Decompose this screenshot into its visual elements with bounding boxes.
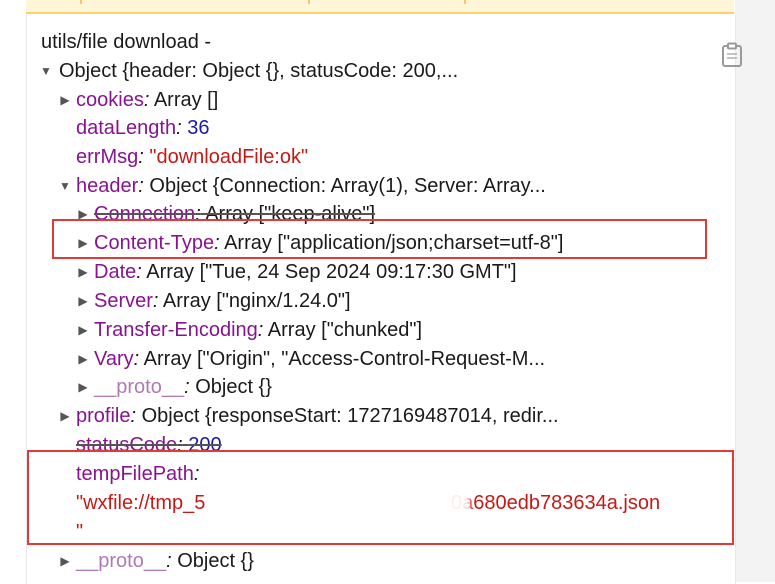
prop-value-string: "downloadFile:ok" (149, 146, 309, 168)
tree-row-cookies[interactable]: ▶ cookies: Array [] (58, 86, 218, 115)
triangle-right-icon[interactable]: ▶ (76, 373, 90, 402)
prop-value: Array ["chunked"] (263, 319, 423, 341)
triangle-right-icon[interactable]: ▶ (58, 402, 72, 431)
prop-key: Vary (94, 348, 134, 370)
root-object-row[interactable]: ▼ Object {header: Object {}, statusCode:… (39, 57, 459, 86)
tree-row-tempfilepath: tempFilePath: (76, 460, 199, 489)
tempfilepath-value-close: " (76, 518, 83, 547)
prop-key: Content-Type (94, 232, 215, 254)
root-object-label: Object {header: Object {}, statusCode: 2… (59, 60, 459, 82)
prop-key: profile (76, 405, 131, 427)
prop-sep: : (177, 434, 183, 456)
tree-row-statuscode: statusCode: 200 (76, 431, 222, 460)
triangle-right-icon[interactable]: ▶ (76, 229, 90, 258)
tree-row-errmsg: errMsg: "downloadFile:ok" (76, 143, 308, 172)
prop-key: Transfer-Encoding (94, 319, 258, 341)
prop-key: statusCode (76, 434, 178, 456)
prop-key: cookies (76, 89, 144, 111)
prop-value: Array ["Origin", "Access-Control-Request… (139, 348, 546, 370)
tree-row-connection[interactable]: ▶ Connection: Array ["keep-alive"] (76, 200, 375, 229)
prop-value: Object {} (171, 550, 254, 572)
warning-tick (308, 0, 310, 4)
triangle-right-icon[interactable]: ▶ (76, 287, 90, 316)
prop-value: Array ["application/json;charset=utf-8"] (219, 232, 564, 254)
prop-key: header (76, 175, 139, 197)
triangle-right-icon[interactable]: ▶ (76, 316, 90, 345)
warning-tick (464, 0, 466, 4)
prop-value-string: " (76, 521, 84, 543)
prop-key: errMsg (76, 146, 139, 168)
prop-sep: : (193, 463, 200, 485)
redaction-blur (220, 487, 470, 517)
triangle-right-icon[interactable]: ▶ (76, 200, 90, 229)
triangle-down-icon[interactable]: ▼ (58, 172, 72, 201)
prop-value: Array ["nginx/1.24.0"] (158, 290, 351, 312)
tree-row-date[interactable]: ▶ Date: Array ["Tue, 24 Sep 2024 09:17:3… (76, 258, 517, 287)
prop-value-number: 200 (188, 434, 222, 456)
prop-key: Date (94, 261, 137, 283)
right-gutter (735, 0, 775, 582)
prop-value: Object {} (189, 376, 272, 398)
triangle-right-icon[interactable]: ▶ (76, 258, 90, 287)
prop-value: Array ["keep-alive"] (200, 203, 376, 225)
tree-row-content-type[interactable]: ▶ Content-Type: Array ["application/json… (76, 229, 563, 258)
tree-row-datalength: dataLength: 36 (76, 114, 209, 143)
log-title: utils/file download - (41, 28, 211, 57)
triangle-right-icon[interactable]: ▶ (58, 547, 72, 576)
tempfilepath-value-start: "wxfile://tmp_5 (76, 489, 205, 518)
prop-key: __proto__ (94, 376, 185, 398)
tree-row-header[interactable]: ▼ header: Object {Connection: Array(1), … (58, 172, 546, 201)
prop-key: __proto__ (76, 550, 167, 572)
tree-row-header-proto[interactable]: ▶ __proto__: Object {} (76, 373, 272, 402)
tempfilepath-value-end: 0a680edb783634a.json (451, 489, 660, 518)
warning-bar-edge (26, 0, 734, 14)
prop-key: Connection (94, 203, 196, 225)
triangle-down-icon[interactable]: ▼ (39, 57, 53, 86)
prop-value: Array ["Tue, 24 Sep 2024 09:17:30 GMT"] (141, 261, 517, 283)
prop-key: tempFilePath (76, 463, 194, 485)
prop-sep: : (138, 146, 144, 168)
log-title-text: utils/file download - (41, 31, 212, 53)
prop-value: Array [] (149, 89, 219, 111)
prop-key: dataLength (76, 117, 177, 139)
prop-key: Server (94, 290, 153, 312)
prop-value-string: 0a680edb783634a.json (451, 492, 661, 514)
triangle-right-icon[interactable]: ▶ (58, 86, 72, 115)
warning-tick (80, 0, 82, 4)
clipboard-icon[interactable] (721, 42, 743, 68)
prop-value: Object {responseStart: 1727169487014, re… (136, 405, 559, 427)
tree-row-transfer-encoding[interactable]: ▶ Transfer-Encoding: Array ["chunked"] (76, 316, 422, 345)
tree-row-vary[interactable]: ▶ Vary: Array ["Origin", "Access-Control… (76, 345, 545, 374)
triangle-right-icon[interactable]: ▶ (76, 345, 90, 374)
tree-row-profile[interactable]: ▶ profile: Object {responseStart: 172716… (58, 402, 559, 431)
prop-sep: : (176, 117, 182, 139)
tree-row-server[interactable]: ▶ Server: Array ["nginx/1.24.0"] (76, 287, 351, 316)
prop-value-string: "wxfile://tmp_5 (76, 492, 206, 514)
tree-row-root-proto[interactable]: ▶ __proto__: Object {} (58, 547, 254, 576)
prop-value-number: 36 (187, 117, 210, 139)
prop-value: Object {Connection: Array(1), Server: Ar… (143, 175, 546, 197)
